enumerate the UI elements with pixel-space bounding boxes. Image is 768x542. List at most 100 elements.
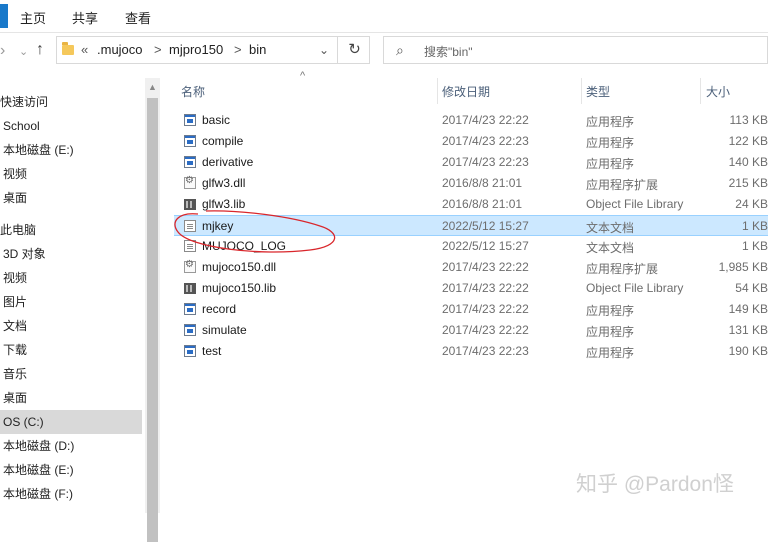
file-row[interactable]: derivative 2017/4/23 22:23 应用程序 140 KB [174, 152, 768, 173]
recent-dropdown-icon[interactable]: ⌄ [19, 44, 28, 60]
file-row[interactable]: glfw3.dll 2016/8/8 21:01 应用程序扩展 215 KB [174, 173, 768, 194]
file-type: 应用程序 [586, 325, 635, 339]
file-date: 2017/4/23 22:23 [442, 155, 529, 169]
breadcrumb-bin[interactable]: bin [249, 42, 266, 57]
file-size: 122 KB [728, 134, 768, 148]
ribbon-divider [0, 32, 768, 33]
sidebar-item-label: 文档 [3, 319, 28, 333]
sidebar-item[interactable]: 视频 [0, 162, 142, 186]
sidebar-item[interactable]: 本地磁盘 (D:) [0, 434, 142, 458]
sidebar-item[interactable]: 文档 [0, 314, 142, 338]
sidebar-item[interactable]: 快速访问 [0, 90, 142, 114]
file-type: Object File Library [586, 281, 684, 295]
file-size: 149 KB [728, 302, 768, 316]
sidebar-item-label: 桌面 [3, 191, 28, 205]
file-name: derivative [202, 155, 254, 169]
file-row[interactable]: mujoco150.lib 2017/4/23 22:22 Object File … [174, 278, 768, 299]
column-divider[interactable] [581, 78, 582, 104]
navigation-scrollbar[interactable]: ▲ [145, 78, 160, 542]
file-size: 1 KB [741, 219, 768, 233]
file-size: 1 KB [741, 239, 768, 253]
sidebar-item-label: 本地磁盘 (D:) [3, 439, 75, 453]
breadcrumb-separator[interactable]: > [234, 42, 242, 57]
file-name: mujoco150.lib [202, 281, 277, 295]
sidebar-item-label: 快速访问 [0, 95, 49, 109]
file-date: 2016/8/8 21:01 [442, 197, 523, 211]
sidebar-item[interactable]: OS (C:) [0, 410, 142, 434]
address-prefix[interactable]: « [81, 42, 88, 57]
folder-icon [62, 42, 74, 55]
column-divider[interactable] [437, 78, 438, 104]
file-type: 应用程序 [586, 346, 635, 360]
app-file-icon [184, 345, 196, 357]
file-type: 应用程序扩展 [586, 262, 659, 276]
file-size: 140 KB [728, 155, 768, 169]
sidebar-item[interactable]: 视频 [0, 266, 142, 290]
file-row[interactable]: record 2017/4/23 22:22 应用程序 149 KB [174, 299, 768, 320]
file-tab[interactable] [0, 4, 8, 28]
dll-file-icon [184, 259, 196, 273]
sidebar-item[interactable]: 3D 对象 [0, 242, 142, 266]
file-type: Object File Library [586, 197, 684, 211]
file-date: 2022/5/12 15:27 [442, 239, 529, 253]
watermark: 知乎 @Pardon怪 [576, 473, 734, 496]
scroll-up-icon[interactable]: ▲ [148, 82, 157, 92]
sidebar-item[interactable]: 音乐 [0, 362, 142, 386]
app-file-icon [184, 114, 196, 126]
file-name: compile [202, 134, 244, 148]
scrollbar-thumb[interactable] [147, 98, 158, 542]
refresh-icon[interactable]: ↻ [337, 37, 371, 63]
search-box[interactable]: ⌕ 搜索"bin" [383, 36, 768, 64]
tab-share[interactable]: 共享 [72, 8, 98, 27]
file-row[interactable]: basic 2017/4/23 22:22 应用程序 113 KB [174, 110, 768, 131]
chevron-down-icon[interactable]: ⌄ [319, 43, 329, 57]
sidebar-item[interactable]: 本地磁盘 (F:) [0, 482, 142, 506]
sidebar-item-label: 3D 对象 [3, 247, 46, 261]
file-type: 文本文档 [586, 241, 635, 255]
file-date: 2017/4/23 22:22 [442, 281, 529, 295]
sidebar-item[interactable]: 此电脑 [0, 218, 142, 242]
forward-icon[interactable]: › [0, 43, 5, 59]
address-bar[interactable]: « .mujoco > mjpro150 > bin ⌄ ↻ [56, 36, 370, 64]
sidebar-item[interactable]: 下载 [0, 338, 142, 362]
sidebar-item[interactable]: 本地磁盘 (E:) [0, 458, 142, 482]
sidebar-item-label: 本地磁盘 (F:) [3, 487, 73, 501]
breadcrumb-separator[interactable]: > [154, 42, 162, 57]
up-icon[interactable]: ↑ [36, 42, 44, 58]
file-row[interactable]: mujoco150.dll 2017/4/23 22:22 应用程序扩展 1,985 … [174, 257, 768, 278]
breadcrumb-mjpro150[interactable]: mjpro150 [169, 42, 223, 57]
file-name: basic [202, 113, 231, 127]
file-date: 2017/4/23 22:22 [442, 323, 529, 337]
file-row[interactable]: compile 2017/4/23 22:23 应用程序 122 KB [174, 131, 768, 152]
column-header-size[interactable]: 大小 [706, 83, 730, 100]
file-row[interactable]: test 2017/4/23 22:23 应用程序 190 KB [174, 341, 768, 362]
sidebar-item[interactable]: 桌面 [0, 186, 142, 210]
tab-home[interactable]: 主页 [20, 8, 46, 27]
sidebar-item[interactable]: School [0, 114, 142, 138]
column-header-type[interactable]: 类型 [586, 83, 610, 100]
tab-view[interactable]: 查看 [125, 8, 151, 27]
sidebar-item[interactable]: 桌面 [0, 386, 142, 410]
sidebar-item-label: 桌面 [3, 391, 28, 405]
file-type: 应用程序 [586, 136, 635, 150]
sidebar-item-label: 本地磁盘 (E:) [3, 463, 74, 477]
file-name: record [202, 302, 237, 316]
file-size: 1,985 KB [718, 260, 768, 274]
breadcrumb-mujoco[interactable]: .mujoco [97, 42, 143, 57]
sidebar-item-label: 视频 [3, 167, 28, 181]
file-type: 文本文档 [586, 221, 635, 235]
file-date: 2017/4/23 22:22 [442, 260, 529, 274]
column-header-name[interactable]: 名称 [181, 83, 205, 100]
column-header-date[interactable]: 修改日期 [442, 83, 490, 100]
ribbon: 主页 共享 查看 [0, 0, 768, 33]
app-file-icon [184, 324, 196, 336]
file-name: glfw3.dll [202, 176, 246, 190]
app-file-icon [184, 303, 196, 315]
column-divider[interactable] [700, 78, 701, 104]
sidebar-item[interactable]: 本地磁盘 (E:) [0, 138, 142, 162]
sidebar-item[interactable]: 图片 [0, 290, 142, 314]
search-input[interactable]: 搜索"bin" [424, 43, 473, 60]
file-type: 应用程序 [586, 304, 635, 318]
file-row[interactable]: simulate 2017/4/23 22:22 应用程序 131 KB [174, 320, 768, 341]
sidebar-item-label: 图片 [3, 295, 28, 309]
